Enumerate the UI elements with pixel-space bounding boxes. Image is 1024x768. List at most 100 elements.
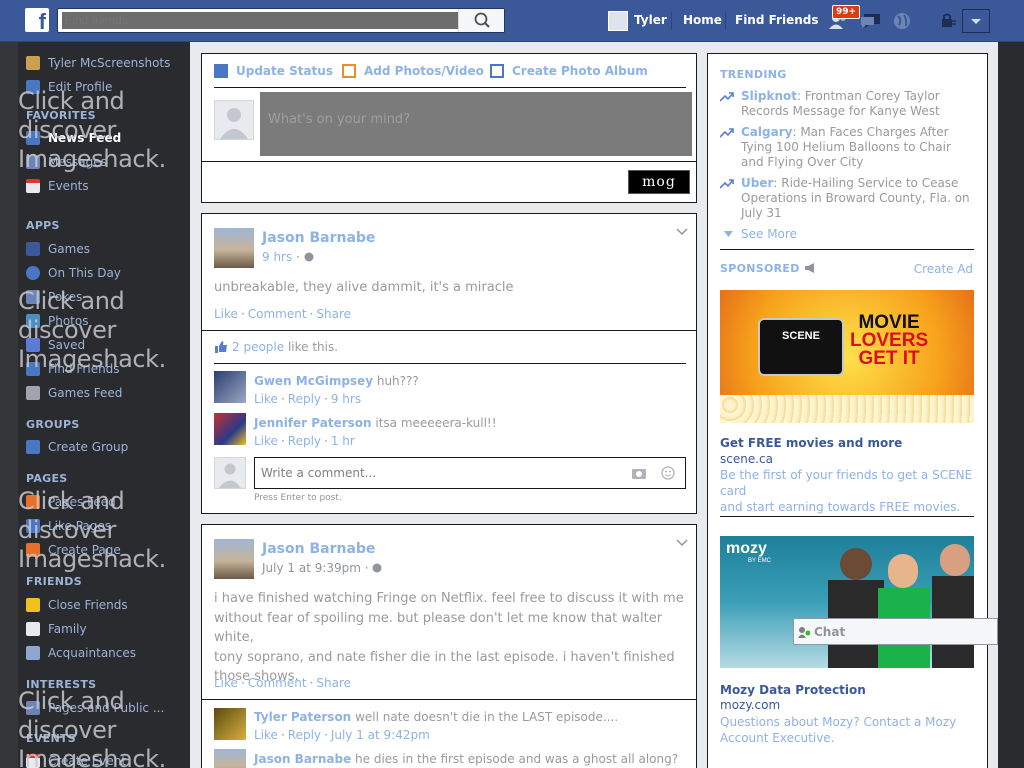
sidebar-item-photos[interactable]: Photos [26,311,88,331]
trending-topic-name[interactable]: Slipknot [741,89,797,103]
reply-link[interactable]: Reply [288,434,321,448]
profile-thumbnail[interactable] [608,11,628,31]
status-input[interactable]: What's on your mind? [260,92,692,156]
comment-input[interactable]: Write a comment... [254,457,686,489]
commenter-avatar[interactable] [214,749,246,768]
comment-author[interactable]: Jennifer Paterson [254,416,372,430]
comment-time[interactable]: July 1 at 9:42pm [331,728,430,742]
privacy-shortcuts-button[interactable] [940,13,956,27]
sidebar-item-find-friends[interactable]: Find Friends [26,359,120,379]
trending-item[interactable]: Calgary: Man Faces Charges After Tying 10… [720,125,970,170]
sidebar-item-label: Close Friends [48,598,128,612]
see-more-link[interactable]: See More [724,227,797,241]
sidebar-item-like-pages[interactable]: Like Pages [26,516,111,536]
share-link[interactable]: Share [316,676,351,690]
ad-image-mozy[interactable]: mozy BY EMC [720,536,974,668]
tab-update-status[interactable]: Update Status [214,64,333,78]
commenter-avatar[interactable] [214,708,246,740]
post-time[interactable]: 9 hrs [262,250,292,264]
sidebar-item-label: Messages [48,155,107,169]
sidebar-edit-profile[interactable]: Edit Profile [26,77,112,97]
ad-url[interactable]: scene.ca [720,452,773,466]
house-icon [26,622,40,636]
sidebar-profile[interactable]: Tyler McScreenshots [26,53,170,73]
profile-link[interactable]: Tyler [634,13,667,27]
like-link[interactable]: Like [214,676,238,690]
post-author[interactable]: Jason Barnabe [262,541,375,557]
share-link[interactable]: Share [316,307,351,321]
like-link[interactable]: Like [254,392,278,406]
sidebar-item-saved[interactable]: Saved [26,335,85,355]
camera-icon[interactable] [631,467,647,479]
clock-icon [26,266,40,280]
home-link[interactable]: Home [683,13,722,27]
sidebar-item-pages-public[interactable]: Pages and Public ... [26,698,164,718]
ad-title[interactable]: Mozy Data Protection [720,683,866,697]
nav-divider [671,12,672,30]
comment-author[interactable]: Jason Barnabe [254,752,351,766]
post-button[interactable]: mog [628,170,690,194]
trending-item[interactable]: Uber: Ride-Hailing Service to Cease Opera… [720,176,970,221]
search-input[interactable] [62,12,458,29]
sidebar-item-messages[interactable]: Messages [26,152,107,172]
search-button[interactable] [458,9,504,32]
tab-create-album[interactable]: Create Photo Album [490,64,648,78]
ad-desc-line: Be the first of your friends to get a SC… [720,468,973,498]
like-link[interactable]: Like [214,307,238,321]
list-icon [26,701,40,715]
ad-title[interactable]: Get FREE movies and more [720,436,902,450]
reply-link[interactable]: Reply [288,728,321,742]
like-link[interactable]: Like [254,434,278,448]
trending-topic-name[interactable]: Calgary [741,125,792,139]
messages-button[interactable] [860,12,882,30]
commenter-avatar[interactable] [214,413,246,445]
chevron-down-icon[interactable] [676,539,688,547]
post-time[interactable]: July 1 at 9:39pm [262,561,361,575]
sidebar-item-create-event[interactable]: Create Event [26,751,126,768]
trending-item[interactable]: Slipknot: Frontman Corey Taylor Records M… [720,89,970,119]
sidebar-item-news-feed[interactable]: News Feed [26,128,121,148]
ad-image-scene[interactable]: SCENE MOVIE LOVERS GET IT [720,290,974,423]
comment-link[interactable]: Comment [248,676,307,690]
likes-suffix: like this. [284,340,339,354]
account-menu-button[interactable] [962,9,990,33]
trending-topic-name[interactable]: Uber [741,176,773,190]
find-friends-link[interactable]: Find Friends [735,13,819,27]
like-link[interactable]: Like [254,728,278,742]
ad-description[interactable]: Questions about Mozy? Contact a Mozy Acco… [720,714,980,746]
sidebar-item-create-page[interactable]: Create Page [26,540,121,560]
ad-description[interactable]: Be the first of your friends to get a SC… [720,467,980,515]
comment-text: well nate doesn't die in the LAST episod… [355,710,619,724]
people-icon [26,646,40,660]
comment-author[interactable]: Tyler Paterson [254,710,351,724]
sidebar-item-on-this-day[interactable]: On This Day [26,263,121,283]
create-ad-link[interactable]: Create Ad [914,262,973,276]
sidebar-item-games[interactable]: Games [26,239,90,259]
chevron-down-icon[interactable] [676,228,688,236]
emoji-icon[interactable] [661,466,675,480]
sidebar-item-acquaintances[interactable]: Acquaintances [26,643,136,663]
commenter-avatar[interactable] [214,371,246,403]
post-author[interactable]: Jason Barnabe [262,230,375,246]
tab-add-photos[interactable]: Add Photos/Video [342,64,484,78]
sidebar-item-pokes[interactable]: Pokes [26,287,82,307]
comment-time[interactable]: 1 hr [331,434,355,448]
sidebar-item-close-friends[interactable]: Close Friends [26,595,128,615]
notifications-button[interactable] [892,12,914,30]
facebook-logo[interactable]: f [25,8,49,32]
sidebar-item-family[interactable]: Family [26,619,87,639]
author-avatar[interactable] [214,228,254,268]
sidebar-item-label: Create Event [48,754,127,768]
ad-url[interactable]: mozy.com [720,698,780,712]
sidebar-item-events[interactable]: Events [26,176,89,196]
comment-author[interactable]: Gwen McGimpsey [254,374,373,388]
sidebar-item-create-group[interactable]: Create Group [26,437,128,457]
comment-time[interactable]: 9 hrs [331,392,361,406]
sidebar-item-pages-feed[interactable]: Pages Feed [26,492,116,512]
reply-link[interactable]: Reply [288,392,321,406]
author-avatar[interactable] [214,539,254,579]
sidebar-item-games-feed[interactable]: Games Feed [26,383,122,403]
comment-link[interactable]: Comment [248,307,307,321]
chat-bar[interactable]: Chat [793,618,998,645]
likes-count[interactable]: 2 people [232,340,284,354]
